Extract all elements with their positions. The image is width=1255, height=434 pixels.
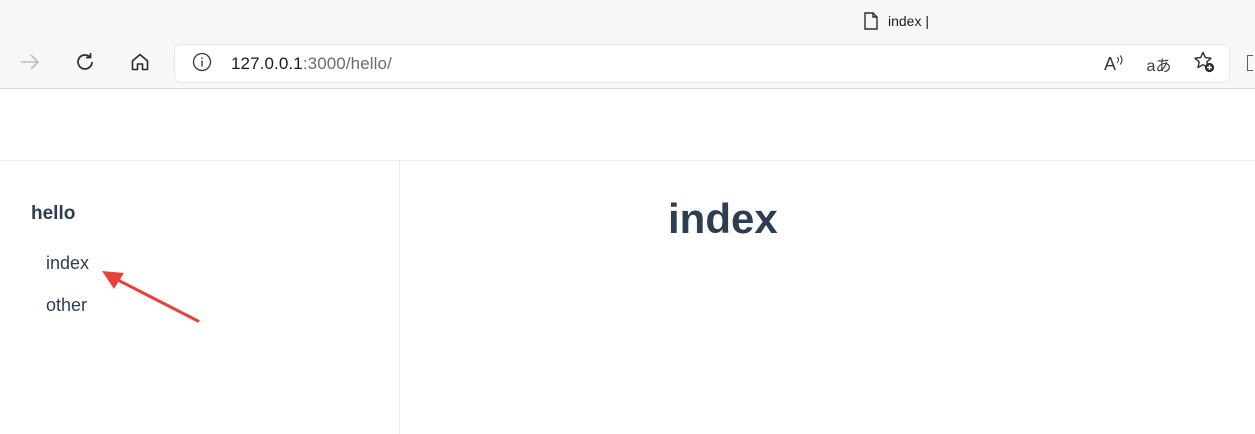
page-title: index xyxy=(668,195,778,242)
translate-label: aあ xyxy=(1146,58,1172,75)
back-button[interactable] xyxy=(14,48,46,80)
sidebar-item-other[interactable]: other xyxy=(46,295,87,316)
read-aloud-icon: A xyxy=(1104,54,1124,75)
browser-tab[interactable]: index | xyxy=(864,8,929,34)
read-aloud-button[interactable]: A xyxy=(1101,51,1127,77)
url-path: :3000/hello/ xyxy=(302,54,392,73)
translate-button[interactable]: aあ xyxy=(1146,51,1172,77)
address-bar[interactable]: 127.0.0.1:3000/hello/ A aあ xyxy=(175,45,1229,82)
tab-title: index | xyxy=(888,13,929,29)
home-button[interactable] xyxy=(124,48,156,80)
reload-icon xyxy=(74,51,96,78)
info-icon xyxy=(192,52,212,77)
url-text[interactable]: 127.0.0.1:3000/hello/ xyxy=(231,54,392,74)
translate-icon: aあ xyxy=(1147,52,1172,76)
add-favorite-icon xyxy=(1192,50,1216,79)
page: hello index other index xyxy=(0,89,1255,434)
page-navbar xyxy=(0,89,1255,161)
annotation-arrow xyxy=(102,271,200,323)
add-favorite-button[interactable] xyxy=(1191,51,1217,77)
reload-button[interactable] xyxy=(69,48,101,80)
home-icon xyxy=(130,52,150,77)
site-info-button[interactable] xyxy=(191,52,213,77)
sidebar-item-index[interactable]: index xyxy=(46,253,89,274)
url-host: 127.0.0.1 xyxy=(231,54,303,73)
sidebar-toggle-icon[interactable] xyxy=(1247,55,1253,71)
page-icon xyxy=(864,12,878,30)
sidebar-heading[interactable]: hello xyxy=(31,203,75,225)
arrow-right-icon xyxy=(19,53,41,75)
browser-chrome: index | 127.0.0.1:3000/hello/ A aあ xyxy=(0,0,1255,89)
browser-toolbar: 127.0.0.1:3000/hello/ A aあ xyxy=(0,44,1255,84)
read-aloud-label: A xyxy=(1103,53,1116,74)
